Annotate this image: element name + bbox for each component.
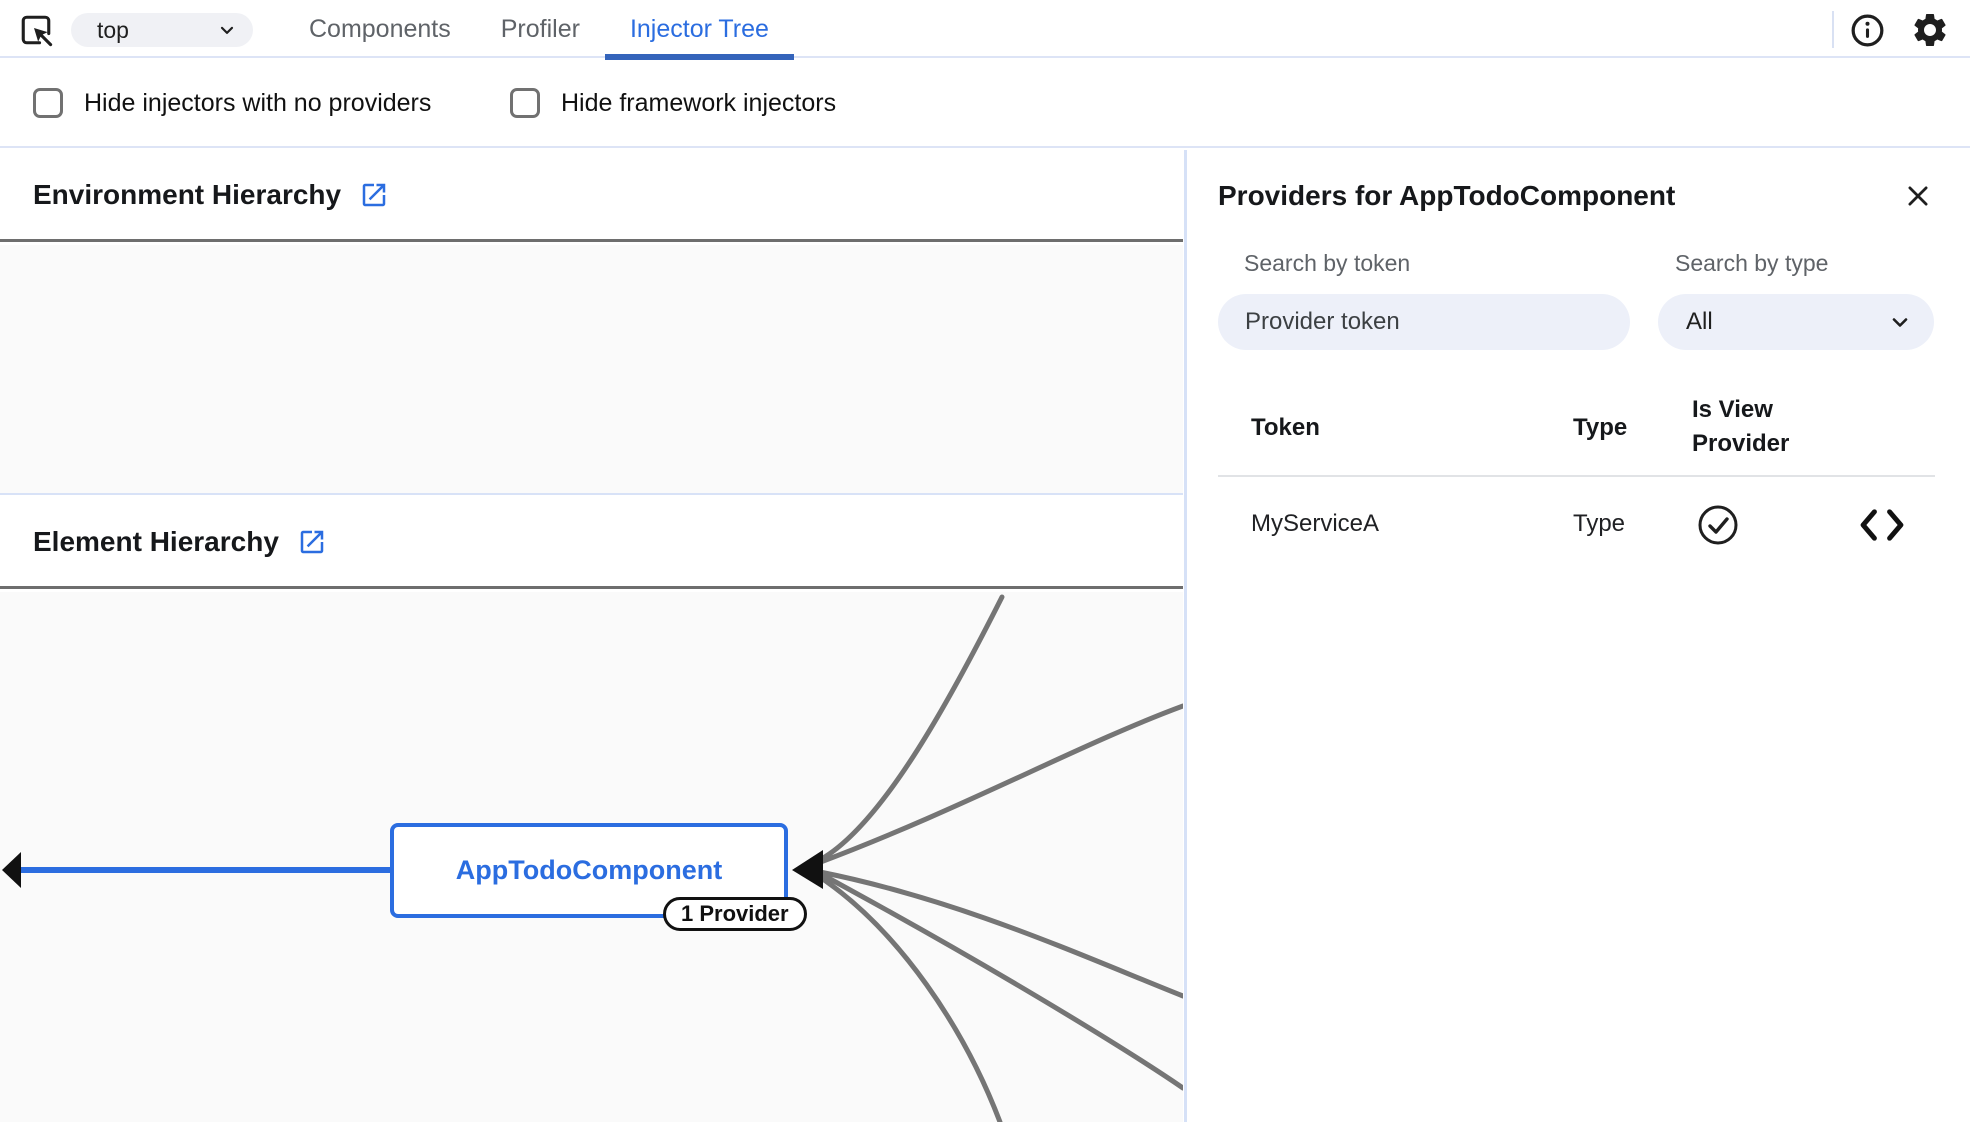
providers-panel-title: Providers for AppTodoComponent: [1218, 180, 1675, 212]
close-icon: [1903, 181, 1933, 211]
tab-components[interactable]: Components: [284, 0, 476, 58]
hide-framework-checkbox[interactable]: [510, 88, 540, 118]
provider-type-select-value: All: [1686, 308, 1888, 336]
hide-no-providers-label: Hide injectors with no providers: [84, 89, 431, 118]
hide-no-providers-checkbox[interactable]: [33, 88, 63, 118]
provider-type-select[interactable]: All: [1658, 294, 1934, 350]
environment-hierarchy-header: Environment Hierarchy: [0, 150, 1183, 242]
graph-node-label: AppTodoComponent: [456, 855, 722, 886]
element-hierarchy-title: Element Hierarchy: [33, 526, 279, 558]
chevron-down-icon: [1888, 310, 1912, 334]
tab-injector-tree[interactable]: Injector Tree: [605, 0, 794, 58]
close-panel-button[interactable]: [1898, 176, 1938, 216]
provider-token-search-input[interactable]: [1218, 294, 1630, 350]
provider-token-cell: MyServiceA: [1251, 510, 1379, 538]
open-in-new-icon[interactable]: [359, 180, 389, 210]
frame-selector-dropdown[interactable]: top: [71, 13, 253, 47]
element-hierarchy-header: Element Hierarchy: [0, 497, 1183, 589]
filter-bar: Hide injectors with no providers Hide fr…: [0, 60, 1970, 148]
environment-hierarchy-graph[interactable]: [0, 245, 1183, 495]
toolbar-divider: [1832, 11, 1834, 48]
inspect-icon: [17, 13, 55, 47]
environment-hierarchy-title: Environment Hierarchy: [33, 179, 341, 211]
column-header-type: Type: [1573, 414, 1627, 442]
table-divider: [1218, 475, 1935, 477]
hide-framework-checkbox-group[interactable]: Hide framework injectors: [510, 60, 836, 146]
tab-profiler[interactable]: Profiler: [476, 0, 605, 58]
info-button[interactable]: [1845, 9, 1889, 51]
providers-panel: Providers for AppTodoComponent Search by…: [1184, 150, 1970, 1122]
hide-framework-label: Hide framework injectors: [561, 89, 836, 118]
inspect-element-button[interactable]: [16, 12, 56, 48]
tab-bar: Components Profiler Injector Tree: [284, 0, 794, 58]
is-view-provider-check-icon: [1696, 503, 1740, 547]
search-by-type-label: Search by type: [1675, 250, 1828, 277]
info-icon: [1849, 12, 1886, 49]
provider-type-cell: Type: [1573, 510, 1625, 538]
frame-selector-value: top: [97, 17, 217, 44]
settings-button[interactable]: [1908, 9, 1952, 51]
toolbar: top Components Profiler Injector Tree: [0, 0, 1970, 58]
column-header-token: Token: [1251, 414, 1320, 442]
search-by-token-label: Search by token: [1244, 250, 1410, 277]
hide-no-providers-checkbox-group[interactable]: Hide injectors with no providers: [33, 60, 431, 146]
provider-count-badge[interactable]: 1 Provider: [663, 897, 807, 931]
column-header-is-view-provider: Is View Provider: [1692, 393, 1827, 461]
gear-icon: [1910, 10, 1950, 50]
chevron-down-icon: [217, 20, 237, 40]
open-in-new-icon[interactable]: [297, 527, 327, 557]
element-hierarchy-graph[interactable]: AppTodoComponent 1 Provider: [0, 592, 1183, 1122]
view-source-code-icon[interactable]: [1859, 508, 1905, 542]
